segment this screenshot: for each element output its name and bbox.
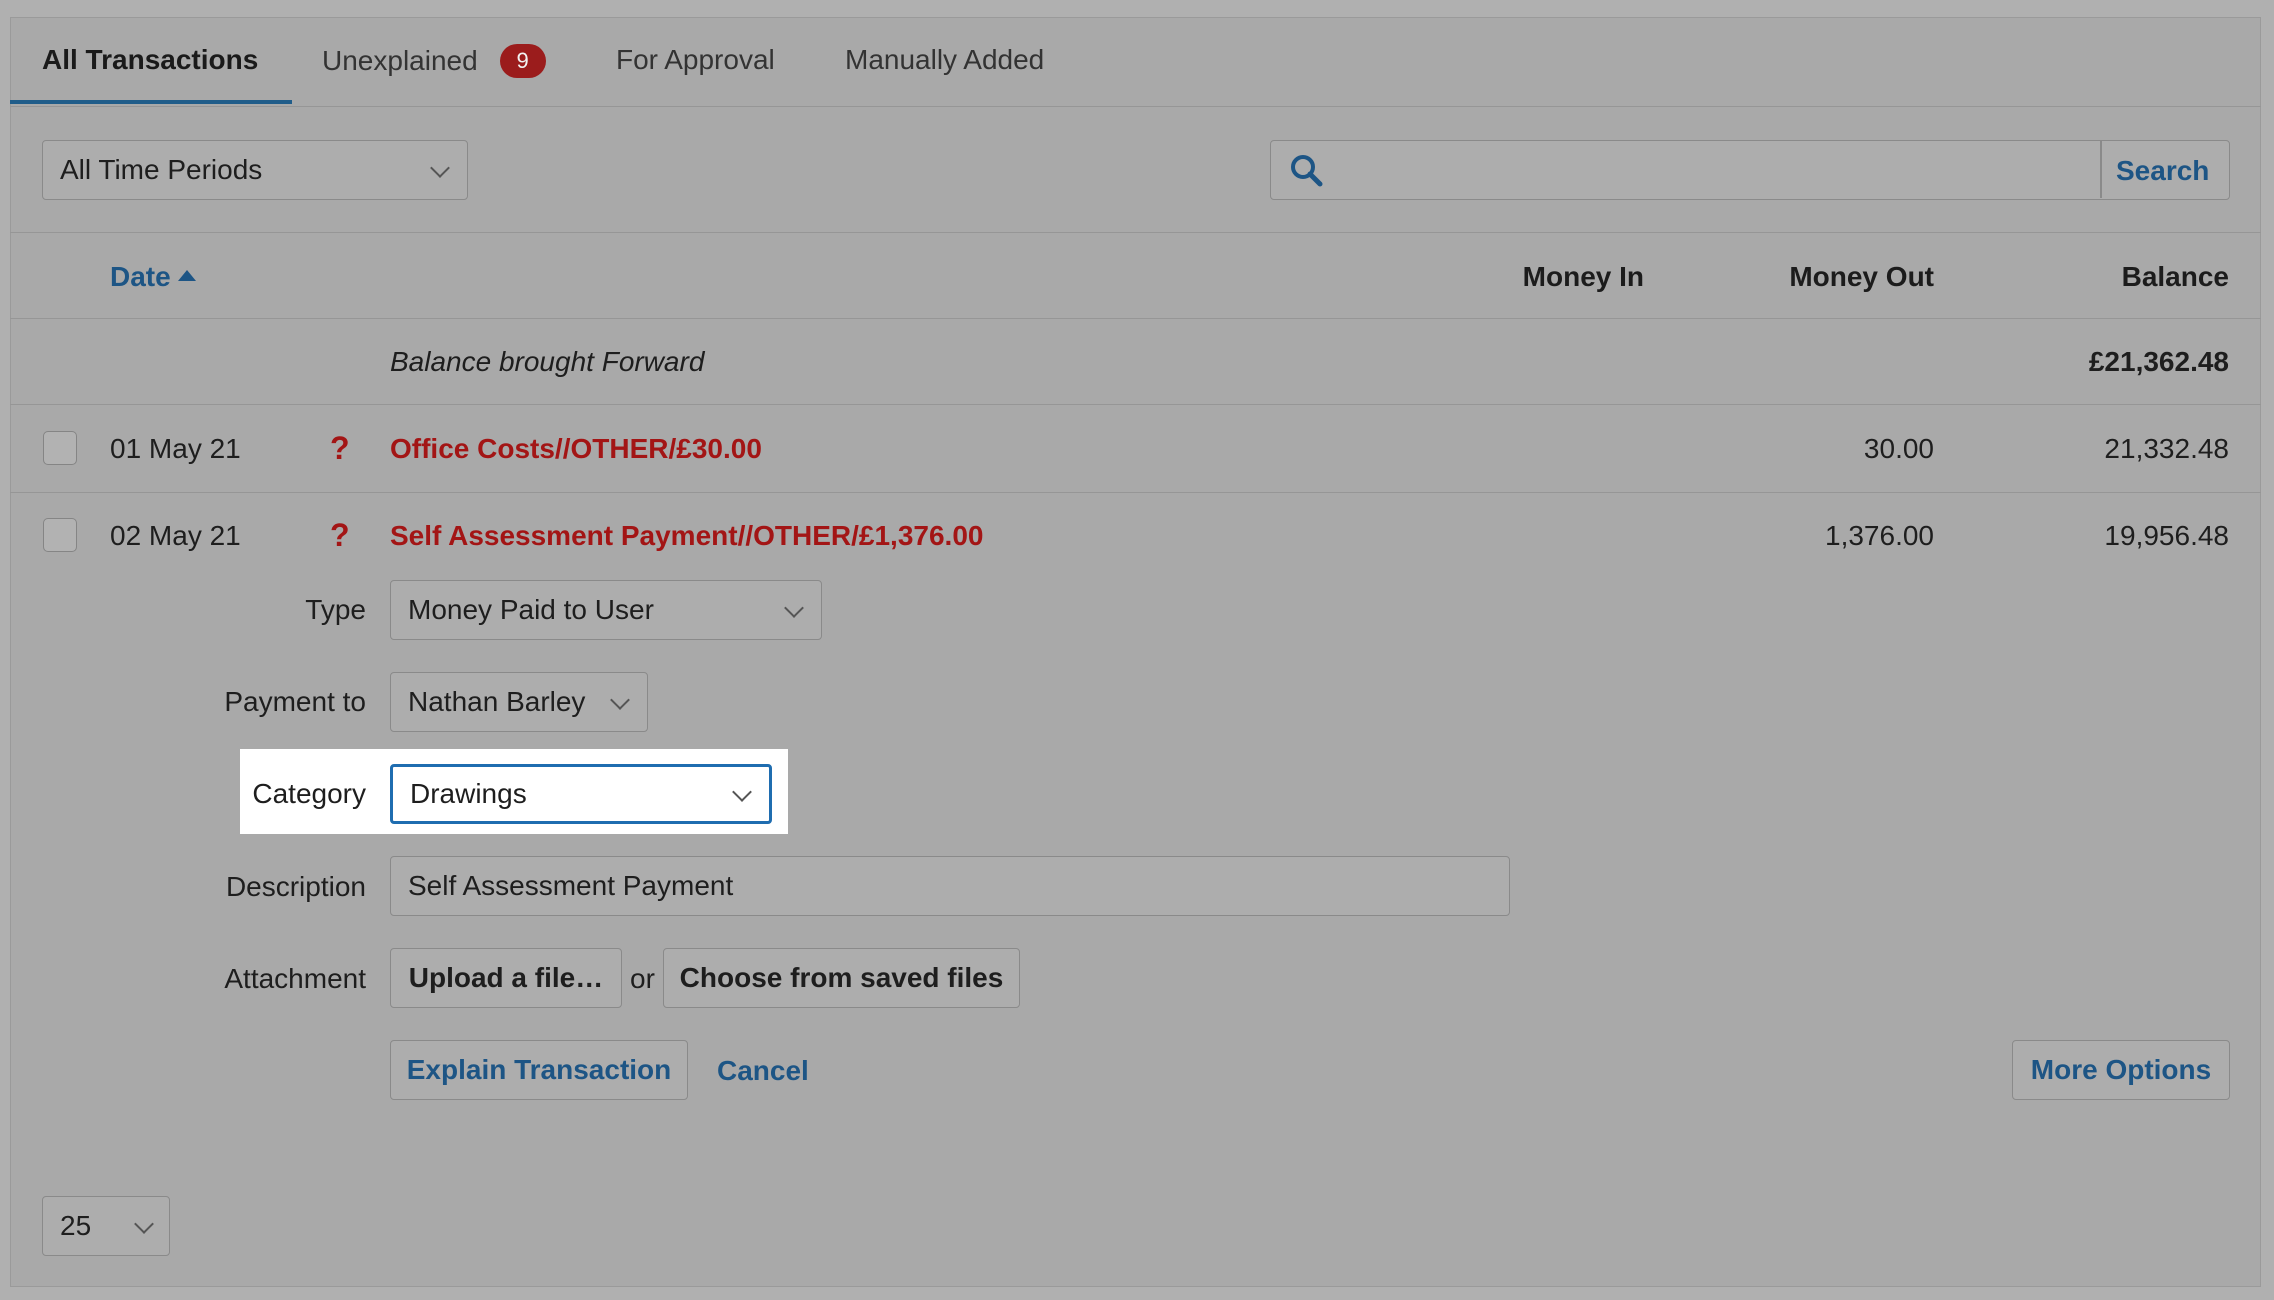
description-input[interactable]: Self Assessment Payment: [390, 856, 1510, 916]
balance-brought-forward-label: Balance brought Forward: [390, 346, 705, 377]
tab-unexplained[interactable]: Unexplained 9: [322, 44, 546, 78]
cancel-link[interactable]: Cancel: [717, 1055, 809, 1087]
row-balance: 19,956.48: [2104, 520, 2229, 551]
choose-saved-files-button[interactable]: Choose from saved files: [663, 948, 1020, 1008]
tab-for-approval[interactable]: For Approval: [616, 44, 775, 76]
divider: [10, 232, 2261, 233]
type-select-value: Money Paid to User: [408, 594, 654, 625]
sort-ascending-icon: [177, 270, 196, 281]
per-page-value: 25: [60, 1210, 92, 1241]
per-page-select[interactable]: 25: [42, 1196, 170, 1256]
row-checkbox[interactable]: [43, 518, 77, 552]
transactions-panel: [10, 17, 2261, 1287]
chevron-down-icon: [784, 598, 804, 618]
chevron-down-icon: [430, 158, 450, 178]
money-out-header: Money Out: [1789, 261, 1934, 292]
payment-to-value: Nathan Barley: [408, 686, 586, 717]
active-tab-indicator: [10, 100, 292, 104]
chevron-down-icon: [610, 690, 630, 710]
explain-transaction-button[interactable]: Explain Transaction: [390, 1040, 688, 1100]
search-input[interactable]: [1341, 145, 2085, 195]
page: All Transactions Unexplained 9 For Approv…: [0, 0, 2274, 1300]
row-description-link[interactable]: Self Assessment Payment//OTHER/£1,376.00: [390, 520, 983, 552]
row-checkbox[interactable]: [43, 431, 77, 465]
row-date: 02 May 21: [110, 520, 241, 551]
payment-to-select[interactable]: Nathan Barley: [390, 672, 648, 732]
category-label: Category: [252, 778, 366, 809]
type-label: Type: [305, 594, 366, 625]
search-icon: [1291, 155, 1323, 187]
attachment-label: Attachment: [224, 963, 366, 994]
unexplained-question-icon: ?: [330, 517, 350, 553]
unexplained-question-icon: ?: [330, 430, 350, 466]
balance-header: Balance: [2121, 261, 2229, 292]
category-value: Drawings: [410, 778, 527, 809]
more-options-button[interactable]: More Options: [2012, 1040, 2230, 1100]
unexplained-count-badge: 9: [499, 44, 546, 78]
row-balance: 21,332.48: [2104, 433, 2229, 464]
tab-manually-added[interactable]: Manually Added: [845, 44, 1044, 76]
divider: [10, 318, 2261, 319]
divider: [10, 404, 2261, 405]
row-description-link[interactable]: Office Costs//OTHER/£30.00: [390, 433, 762, 465]
search-button[interactable]: Search: [2116, 155, 2209, 187]
search-divider: [2100, 141, 2102, 198]
time-period-select[interactable]: All Time Periods: [42, 140, 468, 200]
tab-unexplained-label: Unexplained: [322, 45, 478, 76]
balance-brought-forward-value: £21,362.48: [2088, 346, 2229, 377]
category-select[interactable]: Drawings: [390, 764, 772, 824]
search-box: Search: [1270, 140, 2230, 200]
divider: [10, 106, 2261, 107]
payment-to-label: Payment to: [224, 686, 366, 717]
chevron-down-icon: [134, 1214, 154, 1234]
money-in-header: Money In: [1522, 261, 1644, 292]
upload-file-button[interactable]: Upload a file…: [390, 948, 622, 1008]
description-label: Description: [225, 871, 366, 902]
or-text: or: [630, 963, 655, 994]
row-money-out: 30.00: [1863, 433, 1934, 464]
chevron-down-icon: [732, 782, 752, 802]
row-date: 01 May 21: [110, 433, 241, 464]
tab-all-transactions[interactable]: All Transactions: [42, 44, 258, 76]
date-header-label: Date: [110, 261, 171, 292]
divider: [10, 492, 2261, 493]
row-money-out: 1,376.00: [1825, 520, 1934, 551]
time-period-value: All Time Periods: [60, 154, 263, 185]
type-select[interactable]: Money Paid to User: [390, 580, 822, 640]
date-column-header[interactable]: Date: [110, 261, 196, 293]
